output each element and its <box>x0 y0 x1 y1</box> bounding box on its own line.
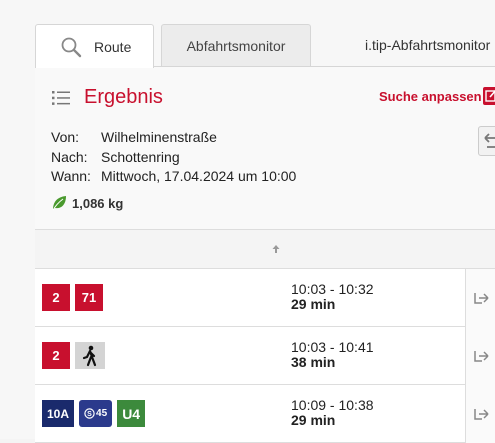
tram-badge: 2 <box>42 342 70 369</box>
ubahn-badge: U4 <box>117 400 146 427</box>
svg-text:S: S <box>87 411 92 418</box>
tab-bar: Route Abfahrtsmonitor i.tip-Abfahrtsmoni… <box>35 0 495 68</box>
connection-times: 10:03 - 10:41 38 min <box>291 340 374 370</box>
from-row: Von: Wilhelminenstraße <box>51 128 296 148</box>
from-value: Wilhelminenstraße <box>101 129 217 145</box>
walk-icon <box>75 342 105 369</box>
sbahn-label: 45 <box>96 408 108 419</box>
connection-times: 10:09 - 10:38 29 min <box>291 398 374 428</box>
when-row: Wann: Mittwoch, 17.04.2024 um 10:00 <box>51 167 296 187</box>
line-badges: 10A S 45 U4 <box>42 400 146 427</box>
tab-abfahrtsmonitor[interactable]: Abfahrtsmonitor <box>161 24 311 67</box>
co2-indicator: 1,086 kg <box>51 195 123 211</box>
search-icon <box>61 37 82 57</box>
details-arrow-icon <box>474 409 489 420</box>
line-badges: 2 71 <box>42 284 103 311</box>
swap-icon <box>484 133 495 148</box>
sbahn-badge: S 45 <box>79 400 113 427</box>
to-row: Nach: Schottenring <box>51 148 296 168</box>
duration: 29 min <box>291 296 336 312</box>
result-content: Ergebnis Suche anpassen Von: Wilhelminen… <box>35 67 495 443</box>
tab-route[interactable]: Route <box>35 24 154 68</box>
connection-row[interactable]: 10A S 45 U4 10:09 - 10:38 29 min <box>35 385 495 443</box>
sort-arrow-icon <box>272 245 280 253</box>
co2-value: 1,086 kg <box>72 195 124 211</box>
when-key: Wann: <box>51 168 91 184</box>
connection-times: 10:03 - 10:32 29 min <box>291 282 374 312</box>
details-button[interactable] <box>465 269 495 327</box>
route-panel: Route Abfahrtsmonitor i.tip-Abfahrtsmoni… <box>35 0 495 443</box>
sort-row[interactable] <box>35 229 495 269</box>
time-range: 10:03 - 10:32 <box>291 281 374 297</box>
when-value: Mittwoch, 17.04.2024 um 10:00 <box>101 168 297 184</box>
tab-abfahrtsmonitor-label: Abfahrtsmonitor <box>186 38 286 54</box>
tab-route-label: Route <box>94 38 132 55</box>
swap-button[interactable] <box>478 126 495 156</box>
edit-icon[interactable] <box>483 87 495 105</box>
list-icon <box>52 91 70 105</box>
connection-row[interactable]: 2 10:03 - 10:41 38 min <box>35 327 495 385</box>
to-value: Schottenring <box>101 148 180 165</box>
details-arrow-icon <box>474 351 489 362</box>
bus-badge: 10A <box>42 400 75 427</box>
page-title: Ergebnis <box>84 86 163 108</box>
time-range: 10:03 - 10:41 <box>291 339 374 355</box>
to-key: Nach: <box>51 148 88 165</box>
details-button[interactable] <box>465 385 495 443</box>
duration: 29 min <box>291 412 336 428</box>
leaf-icon <box>52 196 66 211</box>
left-margin <box>0 0 35 439</box>
duration: 38 min <box>291 354 336 370</box>
tab-itip-abfahrtsmonitor[interactable]: i.tip-Abfahrtsmonitor <box>365 37 490 53</box>
sbahn-icon: S <box>84 408 95 419</box>
time-range: 10:09 - 10:38 <box>291 397 374 413</box>
connection-row[interactable]: 2 71 10:03 - 10:32 29 min <box>35 269 495 327</box>
line-badges: 2 <box>42 342 105 369</box>
tram-badge: 2 <box>42 284 70 311</box>
details-arrow-icon <box>474 293 489 304</box>
route-info: Von: Wilhelminenstraße Nach: Schottenrin… <box>51 128 296 187</box>
adjust-search-link[interactable]: Suche anpassen <box>379 89 482 104</box>
tram-badge: 71 <box>75 284 103 311</box>
details-button[interactable] <box>465 327 495 385</box>
from-key: Von: <box>51 129 80 145</box>
